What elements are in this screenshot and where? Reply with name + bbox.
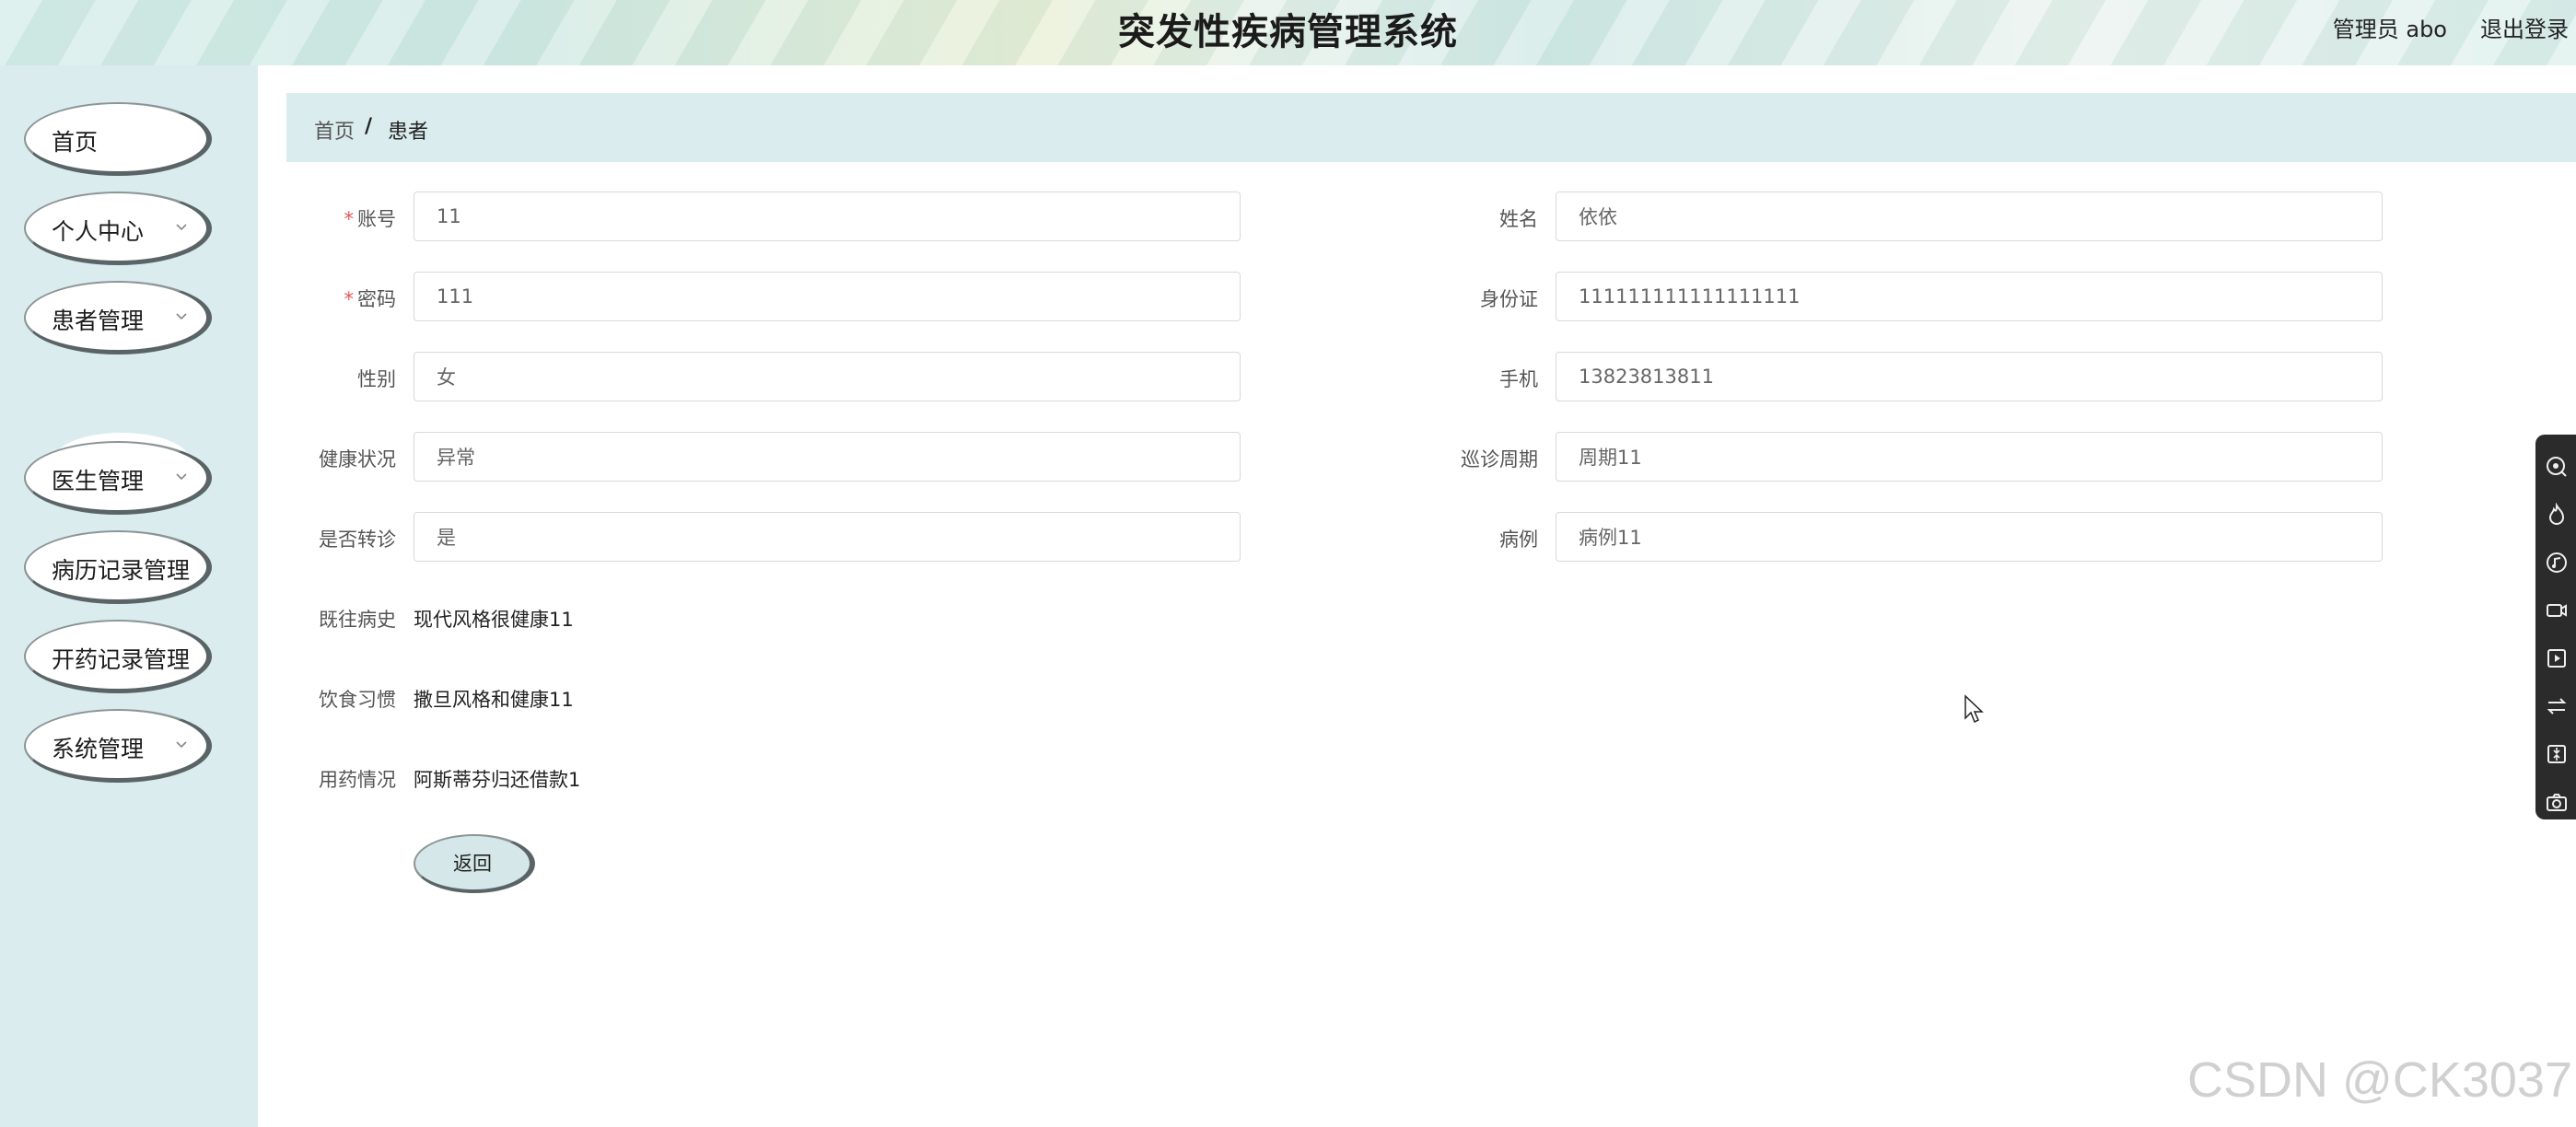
account-label: * 账号 xyxy=(344,208,397,230)
sidebar-item-label: 患者管理 xyxy=(52,308,145,334)
current-user: 管理员 abo xyxy=(2332,17,2447,42)
floating-toolbar xyxy=(2535,435,2576,819)
history-label: 既往病史 xyxy=(319,609,396,631)
breadcrumb-separator: / xyxy=(365,115,373,138)
phone-input[interactable] xyxy=(1556,352,2383,401)
transfer-label: 是否转诊 xyxy=(319,529,396,551)
cycle-label: 巡诊周期 xyxy=(1461,448,1538,471)
sidebar-item-prescriptions[interactable]: 开药记录管理 xyxy=(24,620,212,693)
chevron-down-icon xyxy=(176,473,187,481)
password-label: * 密码 xyxy=(344,288,397,310)
history-value: 现代风格很健康11 xyxy=(414,609,574,631)
chevron-down-icon xyxy=(176,313,187,320)
id-card-label: 身份证 xyxy=(1480,288,1538,310)
fire-icon[interactable] xyxy=(2545,503,2569,527)
sidebar-item-label: 个人中心 xyxy=(52,218,145,245)
camera-icon[interactable] xyxy=(2545,790,2569,814)
sidebar-item-home[interactable]: 首页 xyxy=(24,102,212,176)
sidebar: 首页 个人中心 患者管理 患者 医生管理 病历记录管理 开药记录管理 系统管理 xyxy=(0,65,258,1127)
medication-label: 用药情况 xyxy=(319,769,396,791)
medication-value: 阿斯蒂芬归还借款1 xyxy=(414,769,581,791)
watermark: CSDN @CK3037 xyxy=(2187,1052,2572,1108)
breadcrumb-home[interactable]: 首页 xyxy=(314,115,355,145)
sidebar-item-label: 病历记录管理 xyxy=(52,557,191,584)
diet-value: 撒旦风格和健康11 xyxy=(414,689,574,711)
sidebar-item-label: 开药记录管理 xyxy=(52,646,191,673)
compress-icon[interactable] xyxy=(2545,742,2569,766)
transfer-input[interactable] xyxy=(414,512,1241,562)
case-label: 病例 xyxy=(1499,529,1538,551)
app-title: 突发性疾病管理系统 xyxy=(1118,11,1458,53)
sidebar-item-patients[interactable]: 患者管理 xyxy=(24,281,212,354)
gender-input[interactable] xyxy=(414,352,1241,401)
cycle-input[interactable] xyxy=(1556,432,2383,482)
sidebar-item-label: 首页 xyxy=(52,129,99,156)
breadcrumb-current: 患者 xyxy=(388,121,429,144)
chevron-down-icon xyxy=(176,224,187,231)
swap-icon[interactable] xyxy=(2545,694,2569,718)
sidebar-item-medical-records[interactable]: 病历记录管理 xyxy=(24,530,212,604)
sidebar-item-profile[interactable]: 个人中心 xyxy=(24,192,212,265)
diet-label: 饮食习惯 xyxy=(319,689,396,711)
sidebar-item-label: 医生管理 xyxy=(52,468,145,494)
chevron-down-icon xyxy=(176,741,187,749)
app-header: 突发性疾病管理系统 管理员 abo 退出登录 xyxy=(0,0,2576,65)
sidebar-item-doctors[interactable]: 医生管理 xyxy=(24,441,212,515)
health-label: 健康状况 xyxy=(319,448,396,471)
health-input[interactable] xyxy=(414,432,1241,482)
video-icon[interactable] xyxy=(2545,598,2569,622)
play-frame-icon[interactable] xyxy=(2545,646,2569,670)
case-input[interactable] xyxy=(1556,512,2383,562)
name-label: 姓名 xyxy=(1499,208,1538,230)
screen-record-icon[interactable] xyxy=(2545,455,2569,479)
sidebar-item-system[interactable]: 系统管理 xyxy=(24,709,212,783)
sidebar-item-label: 系统管理 xyxy=(52,736,145,762)
music-icon[interactable] xyxy=(2545,551,2569,575)
password-input[interactable] xyxy=(414,272,1241,321)
phone-label: 手机 xyxy=(1499,368,1538,390)
back-button[interactable]: 返回 xyxy=(414,834,535,893)
id-card-input[interactable] xyxy=(1556,272,2383,321)
mouse-cursor-icon xyxy=(1964,694,1984,724)
name-input[interactable] xyxy=(1556,192,2383,241)
breadcrumb: 首页 / 患者 xyxy=(286,93,2576,162)
account-input[interactable] xyxy=(414,192,1241,241)
gender-label: 性别 xyxy=(357,368,396,390)
logout-link[interactable]: 退出登录 xyxy=(2480,11,2569,43)
